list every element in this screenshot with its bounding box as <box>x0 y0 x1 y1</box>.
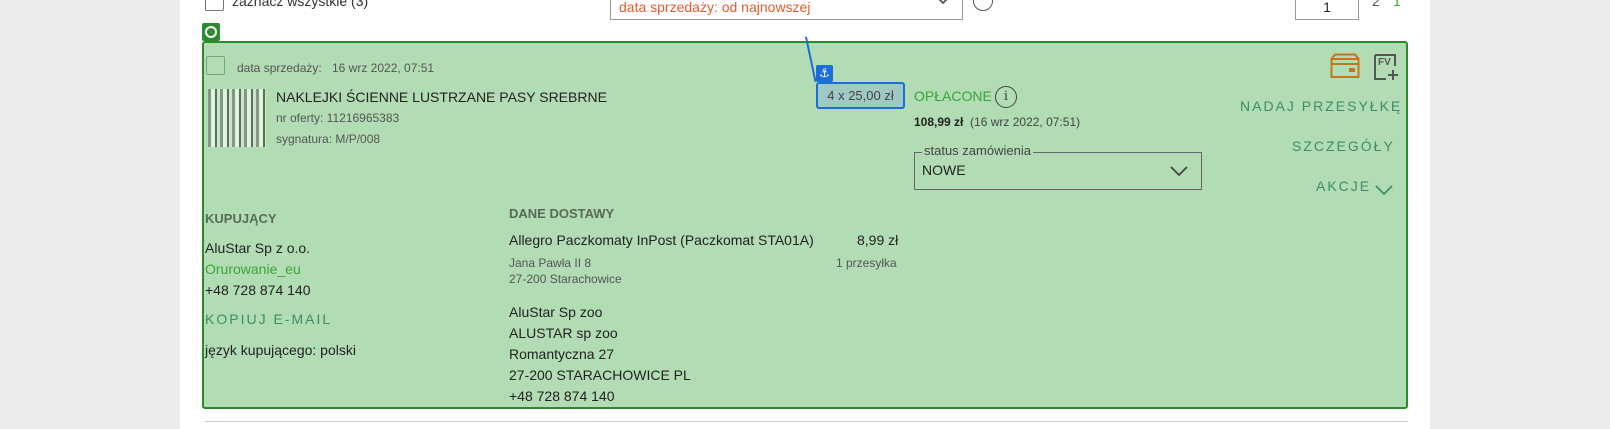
locker-street: Jana Pawła II 8 <box>509 256 592 270</box>
package-icon[interactable] <box>1330 53 1360 84</box>
recipient-street: Romantyczna 27 <box>509 346 615 362</box>
package-count: 1 przesyłka <box>836 256 897 270</box>
paid-amount-row: 108,99 zł (16 wrz 2022, 07:51) <box>914 115 1080 129</box>
copy-email-button[interactable]: KOPIUJ E-MAIL <box>205 311 332 327</box>
actions-button[interactable]: AKCJE <box>1316 178 1371 194</box>
page-link[interactable]: 2 <box>1372 0 1380 9</box>
buyer-company: AluStar Sp z o.o. <box>205 240 311 256</box>
locker-city: 27-200 Starachowice <box>509 272 622 286</box>
delivery-cost: 8,99 zł <box>857 232 899 248</box>
recipient-city: 27-200 STARACHOWICE PL <box>509 367 691 383</box>
recipient-phone: +48 728 874 140 <box>509 388 615 404</box>
signature: sygnatura: M/P/008 <box>276 132 381 146</box>
ship-button[interactable]: NADAJ PRZESYŁKĘ <box>1240 98 1402 114</box>
paid-amount: 108,99 zł <box>914 115 964 129</box>
sale-date-label: data sprzedaży: <box>237 61 322 75</box>
page-input[interactable]: 1 <box>1295 0 1359 20</box>
target-icon[interactable] <box>202 23 220 41</box>
sort-select[interactable]: data sprzedaży: od najnowszej <box>610 0 963 20</box>
buyer-language: język kupującego: polski <box>205 342 356 358</box>
product-title[interactable]: NAKLEJKI ŚCIENNE LUSTRZANE PASY SREBRNE <box>276 89 607 105</box>
anchor-icon: ⚓ <box>816 65 833 82</box>
select-all-label: zaznacz wszystkie (3) <box>232 0 369 9</box>
invoice-add-icon[interactable]: FV <box>1373 53 1401 86</box>
chevron-down-icon[interactable] <box>1375 182 1393 200</box>
invoice-icon-text: FV <box>1378 57 1391 68</box>
buyer-phone: +48 728 874 140 <box>205 282 311 298</box>
product-thumbnail[interactable] <box>208 89 266 147</box>
delivery-method: Allegro Paczkomaty InPost (Paczkomat STA… <box>509 232 814 248</box>
recipient-company: ALUSTAR sp zoo <box>509 325 618 341</box>
chevron-down-icon <box>1170 163 1188 181</box>
page-link[interactable]: 1 <box>1393 0 1401 9</box>
recipient-name: AluStar Sp zoo <box>509 304 603 320</box>
order-status-value: NOWE <box>922 162 966 178</box>
order-status-label: status zamówienia <box>922 143 1033 158</box>
select-all-checkbox[interactable] <box>205 0 224 11</box>
delivery-heading: DANE DOSTAWY <box>509 206 615 221</box>
order-checkbox[interactable] <box>206 56 225 75</box>
buyer-login-link[interactable]: Orurowanie_eu <box>205 261 301 277</box>
sort-select-value: data sprzedaży: od najnowszej <box>619 0 811 15</box>
quantity-price[interactable]: 4 x 25,00 zł <box>816 82 905 109</box>
buyer-heading: KUPUJĄCY <box>205 211 277 226</box>
sale-date-value: 16 wrz 2022, 07:51 <box>332 61 435 75</box>
chevron-down-icon <box>934 0 952 9</box>
details-button[interactable]: SZCZEGÓŁY <box>1292 138 1395 154</box>
paid-date: (16 wrz 2022, 07:51) <box>970 115 1081 129</box>
divider <box>205 421 1408 422</box>
info-icon[interactable]: i <box>995 86 1017 108</box>
offer-number: nr oferty: 11216965383 <box>276 111 400 125</box>
payment-status: OPŁACONE <box>914 88 992 104</box>
